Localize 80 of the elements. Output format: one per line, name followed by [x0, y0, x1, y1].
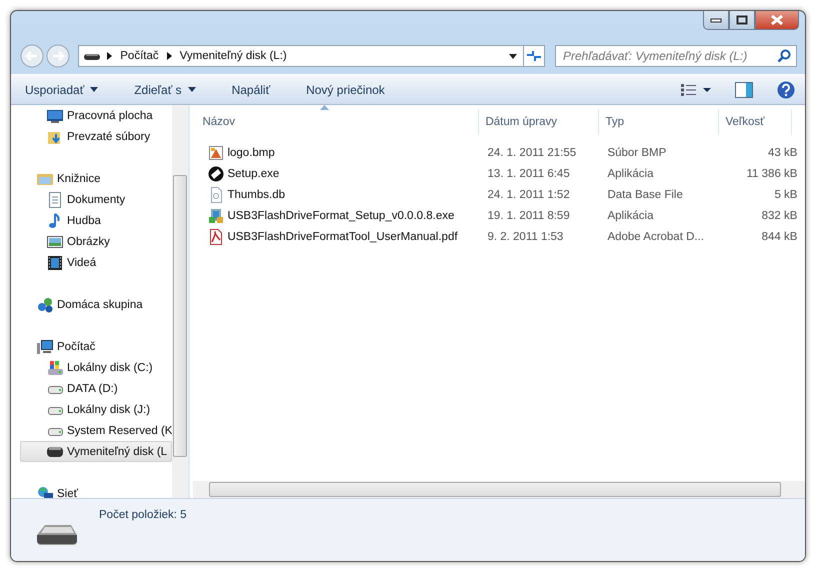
nav-item[interactable]: Hudba	[11, 210, 172, 231]
dropdown-icon[interactable]	[509, 54, 518, 58]
preview-pane-icon[interactable]	[735, 82, 753, 98]
view-options-icon[interactable]	[681, 84, 711, 96]
close-button[interactable]	[755, 11, 799, 30]
vertical-scrollbar[interactable]	[172, 105, 188, 498]
help-icon[interactable]	[777, 80, 795, 98]
column-header[interactable]: Veľkosť	[719, 109, 792, 135]
table-cell-text: Aplikácia	[606, 210, 654, 222]
nav-item[interactable]: System Reserved (K	[11, 420, 172, 441]
file-name[interactable]: logo.bmp	[227, 146, 482, 158]
system-drive-icon	[47, 360, 63, 376]
table-cell-text: 832 kB	[760, 210, 798, 222]
toolbar-button[interactable]: Nový priečinok	[294, 78, 393, 100]
table-cell-text: 24. 1. 2011 1:52	[486, 188, 571, 200]
caret-icon[interactable]	[188, 87, 196, 92]
nav-item[interactable]: Počítač	[11, 336, 172, 357]
file-name[interactable]: Thumbs.db	[227, 188, 482, 200]
file-name[interactable]: USB3FlashDriveFormatTool_UserManual.pdf	[227, 230, 482, 242]
toolbar-button[interactable]: Napáliť	[220, 78, 278, 100]
breadcrumb[interactable]: Vymeniteľný disk (L:)	[180, 50, 287, 62]
minimize-button[interactable]	[703, 11, 729, 30]
nav-item[interactable]: Pracovná plocha	[11, 105, 172, 126]
document-icon	[47, 192, 63, 208]
column-header[interactable]: Dátum úpravy	[479, 109, 600, 135]
refresh-button[interactable]	[524, 45, 545, 67]
homegroup-icon	[37, 296, 53, 312]
table-cell-text: 24. 1. 2011 21:55	[486, 146, 578, 158]
search-icon[interactable]	[777, 49, 791, 63]
nav-item[interactable]: Prevzaté súbory	[11, 126, 172, 147]
nav-item[interactable]: Obrázky	[11, 231, 172, 252]
horizontal-scrollbar[interactable]	[193, 481, 805, 498]
table-cell-text: 5 kB	[773, 188, 798, 200]
table-cell-text: 19. 1. 2011 8:59	[486, 210, 571, 222]
breadcrumb-arrow-icon[interactable]	[107, 52, 112, 60]
table-cell-text: 9. 2. 2011 1:53	[486, 230, 564, 242]
toolbar-button[interactable]: Zdieľať s	[122, 78, 204, 100]
close-icon	[770, 14, 784, 26]
address-bar[interactable]: Počítač Vymeniteľný disk (L:)	[78, 45, 524, 67]
nav-item[interactable]: Knižnice	[11, 168, 172, 189]
sort-arrow-icon	[320, 105, 330, 110]
column-header[interactable]: Názov	[190, 109, 480, 135]
database-file-icon	[208, 186, 224, 202]
nav-item[interactable]: Dokumenty	[11, 189, 172, 210]
nav-item[interactable]: DATA (D:)	[11, 378, 172, 399]
table-cell-text: 11 386 kB	[746, 168, 798, 180]
computer-icon	[37, 338, 53, 354]
picture-icon	[47, 234, 63, 250]
table-cell-text: Aplikácia	[606, 168, 654, 180]
caret-icon[interactable]	[90, 87, 98, 92]
setup-icon	[208, 166, 224, 182]
pdf-file-icon	[208, 228, 224, 244]
table-cell-text: 844 kB	[760, 230, 798, 242]
nav-item[interactable]: Lokálny disk (J:)	[11, 399, 172, 420]
file-name[interactable]: USB3FlashDriveFormat_Setup_v0.0.0.8.exe	[227, 210, 482, 222]
breadcrumb[interactable]: Počítač	[120, 50, 159, 62]
file-name[interactable]: Setup.exe	[227, 168, 482, 180]
nav-item[interactable]: Lokálny disk (C:)	[11, 357, 172, 378]
search-field[interactable]: Prehľadávať: Vymeniteľný disk (L:)	[555, 45, 797, 67]
table-cell-text: 13. 1. 2011 6:45	[486, 168, 571, 180]
table-cell-text: Súbor BMP	[606, 146, 668, 158]
nav-item[interactable]: Domáca skupina	[11, 294, 172, 315]
drive-icon	[83, 51, 102, 61]
refresh-icon	[526, 49, 542, 63]
nav-item[interactable]: Videá	[11, 252, 172, 273]
item-count: Počet položiek: 5	[99, 509, 187, 521]
toolbar-button[interactable]: Usporiadať	[25, 78, 106, 100]
monitor-icon	[47, 108, 63, 124]
maximize-icon	[736, 15, 748, 25]
film-icon	[47, 254, 63, 270]
installer-icon	[208, 208, 224, 224]
table-cell-text: 43 kB	[767, 146, 798, 158]
image-file-icon	[208, 144, 224, 160]
maximize-button[interactable]	[729, 11, 755, 30]
column-header[interactable]: Typ	[599, 109, 720, 135]
nav-item[interactable]: Vymeniteľný disk (L	[20, 441, 172, 462]
table-cell-text: Data Base File	[606, 188, 684, 200]
minimize-icon	[710, 17, 722, 23]
breadcrumb-arrow-icon[interactable]	[166, 52, 172, 60]
table-cell-text: Adobe Acrobat D...	[606, 230, 705, 242]
